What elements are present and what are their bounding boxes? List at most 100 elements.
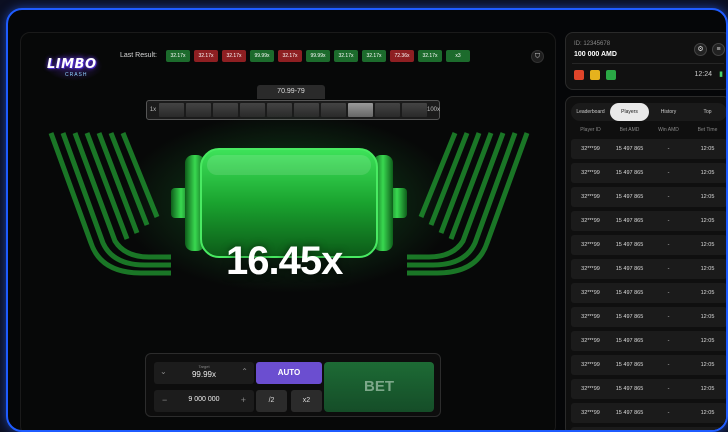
bet-button[interactable]: BET — [324, 362, 434, 412]
table-cell: 15 497 865 — [615, 338, 644, 344]
double-button[interactable]: x2 — [291, 390, 322, 412]
table-cell: 15 497 865 — [615, 146, 644, 152]
table-cell: 32***99 — [581, 386, 600, 392]
account-panel: ID: 12345678 100 000 AMD ⚙ ≡ 12:24 ▮ — [565, 32, 726, 90]
battery-stage — [48, 113, 530, 293]
table-row: 32***9915 497 865-12:05 — [571, 163, 726, 183]
table-cell: 15 497 865 — [615, 218, 644, 224]
badge-yellow-icon[interactable] — [590, 70, 600, 80]
menu-icon[interactable]: ≡ — [712, 43, 725, 56]
table-cell: 32***99 — [581, 242, 600, 248]
game-panel: LIMBO CRASH Last Result: 32.17x 32.17x 32.… — [20, 32, 556, 430]
table-cell: 12:05 — [700, 410, 715, 416]
target-caption: Target — [198, 364, 210, 369]
table-header: Player ID Bet AMD Win AMD Bet Time — [571, 127, 726, 133]
table-cell: 12:05 — [700, 314, 715, 320]
table-cell: 15 497 865 — [615, 242, 644, 248]
table-cell: 12:05 — [700, 218, 715, 224]
table-cell: 15 497 865 — [615, 314, 644, 320]
table-cell: 32***99 — [581, 314, 600, 320]
table-cell: 12:05 — [700, 386, 715, 392]
table-cell: 32***99 — [581, 290, 600, 296]
column-header: Win AMD — [658, 127, 679, 133]
result-chip: x3 — [446, 50, 470, 62]
table-cell: 15 497 865 — [615, 266, 644, 272]
table-cell: - — [667, 170, 670, 176]
table-cell: 12:05 — [700, 146, 715, 152]
table-cell: 32***99 — [581, 146, 600, 152]
table-row: 32***99 15 497 865 - 12:05 — [571, 403, 726, 423]
column-header: Bet Time — [697, 127, 718, 133]
badge-red-icon[interactable] — [574, 70, 584, 80]
table-cell: - — [667, 266, 670, 272]
table-cell: - — [667, 218, 670, 224]
half-button[interactable]: /2 — [256, 390, 287, 412]
gear-icon[interactable]: ⚙ — [694, 43, 707, 56]
table-cell: 12:05 — [700, 338, 715, 344]
divider — [572, 63, 724, 64]
table-cell: 32***99 — [581, 410, 600, 416]
table-cell: - — [667, 410, 670, 416]
table-cell: - — [667, 194, 670, 200]
tab-leaderboard[interactable]: Leaderboard — [571, 103, 610, 121]
clock-time: 12:24 — [694, 71, 712, 78]
table-cell: - — [667, 290, 670, 296]
table-cell: 32***99 — [581, 362, 600, 368]
sidebar: ID: 12345678 100 000 AMD ⚙ ≡ 12:24 ▮ Lea… — [565, 32, 726, 430]
table-cell: - — [667, 338, 670, 344]
table-row: 32***9915 497 865-12:05 — [571, 259, 726, 279]
amount-input[interactable]: − 9 000 000 + — [154, 390, 254, 412]
logo-title: LIMBO — [47, 57, 97, 72]
last-results-list: 32.17x 32.17x 32.17x 99.99x 32.17x 99.99x 32.1… — [166, 50, 470, 62]
table-cell: 12:05 — [700, 170, 715, 176]
tab-history[interactable]: History — [649, 103, 688, 121]
current-multiplier: 16.45x — [226, 239, 343, 283]
table-cell: - — [667, 242, 670, 248]
result-chip: 99.99x — [250, 50, 274, 62]
column-header: Bet AMD — [619, 127, 640, 133]
table-row: 32***99 15 497 865 - 12:05 — [571, 139, 726, 159]
tab-players[interactable]: Players — [610, 103, 649, 121]
bet-controls: ⌄ Target 99.99x ⌃ − 9 000 000 + AUTO /2 … — [145, 353, 441, 417]
table-row: 32***9915 497 865-12:05 — [571, 187, 726, 207]
fairness-shield-icon[interactable]: ⛉ — [531, 50, 544, 63]
result-chip: 32.17x — [362, 50, 386, 62]
table-cell: 12:05 — [700, 242, 715, 248]
table-cell: 15 497 865 — [615, 362, 644, 368]
tab-top[interactable]: Top — [688, 103, 726, 121]
table-row: 32***99 15 497 865 - 12:05 — [571, 355, 726, 375]
result-chip: 99.99x — [306, 50, 330, 62]
table-cell: 32***99 — [581, 194, 600, 200]
players-table: 32***99 15 497 865 - 12:05 32***99 15 497 865… — [571, 139, 726, 430]
target-value: 99.99x — [191, 370, 217, 379]
game-logo: LIMBO CRASH — [45, 49, 103, 83]
result-chip: 32.17x — [418, 50, 442, 62]
auto-button[interactable]: AUTO — [256, 362, 322, 384]
table-cell: 12:05 — [700, 362, 715, 368]
table-cell: 15 497 865 — [615, 170, 644, 176]
table-cell: - — [667, 362, 670, 368]
table-cell: - — [667, 314, 670, 320]
table-cell: 32***99 — [581, 266, 600, 272]
column-header: Player ID — [580, 127, 601, 133]
target-increase-icon[interactable]: ⌃ — [241, 367, 248, 376]
logo-subtitle: CRASH — [65, 72, 88, 78]
balance: 100 000 AMD — [574, 51, 617, 58]
result-chip: 32.17x — [222, 50, 246, 62]
last-result-label: Last Result: — [120, 52, 157, 59]
table-row: 32***9915 497 865-12:05 — [571, 379, 726, 399]
result-chip: 32.17x — [194, 50, 218, 62]
app-frame: LIMBO CRASH Last Result: 32.17x 32.17x 32.… — [6, 8, 728, 432]
badge-green-icon[interactable] — [606, 70, 616, 80]
table-cell: - — [667, 146, 670, 152]
table-row: 32***9915 497 865-12:05 — [571, 427, 726, 430]
table-cell: 15 497 865 — [615, 410, 644, 416]
signal-icon: ▮ — [719, 71, 723, 78]
target-input[interactable]: ⌄ Target 99.99x ⌃ — [154, 362, 254, 384]
table-cell: 15 497 865 — [615, 194, 644, 200]
result-chip: 32.17x — [166, 50, 190, 62]
table-row: 32***99 15 497 865 - 12:05 — [571, 307, 726, 327]
amount-plus-icon[interactable]: + — [241, 395, 246, 405]
result-chip: 32.17x — [334, 50, 358, 62]
board-tabs: Leaderboard Players History Top — [571, 103, 726, 121]
